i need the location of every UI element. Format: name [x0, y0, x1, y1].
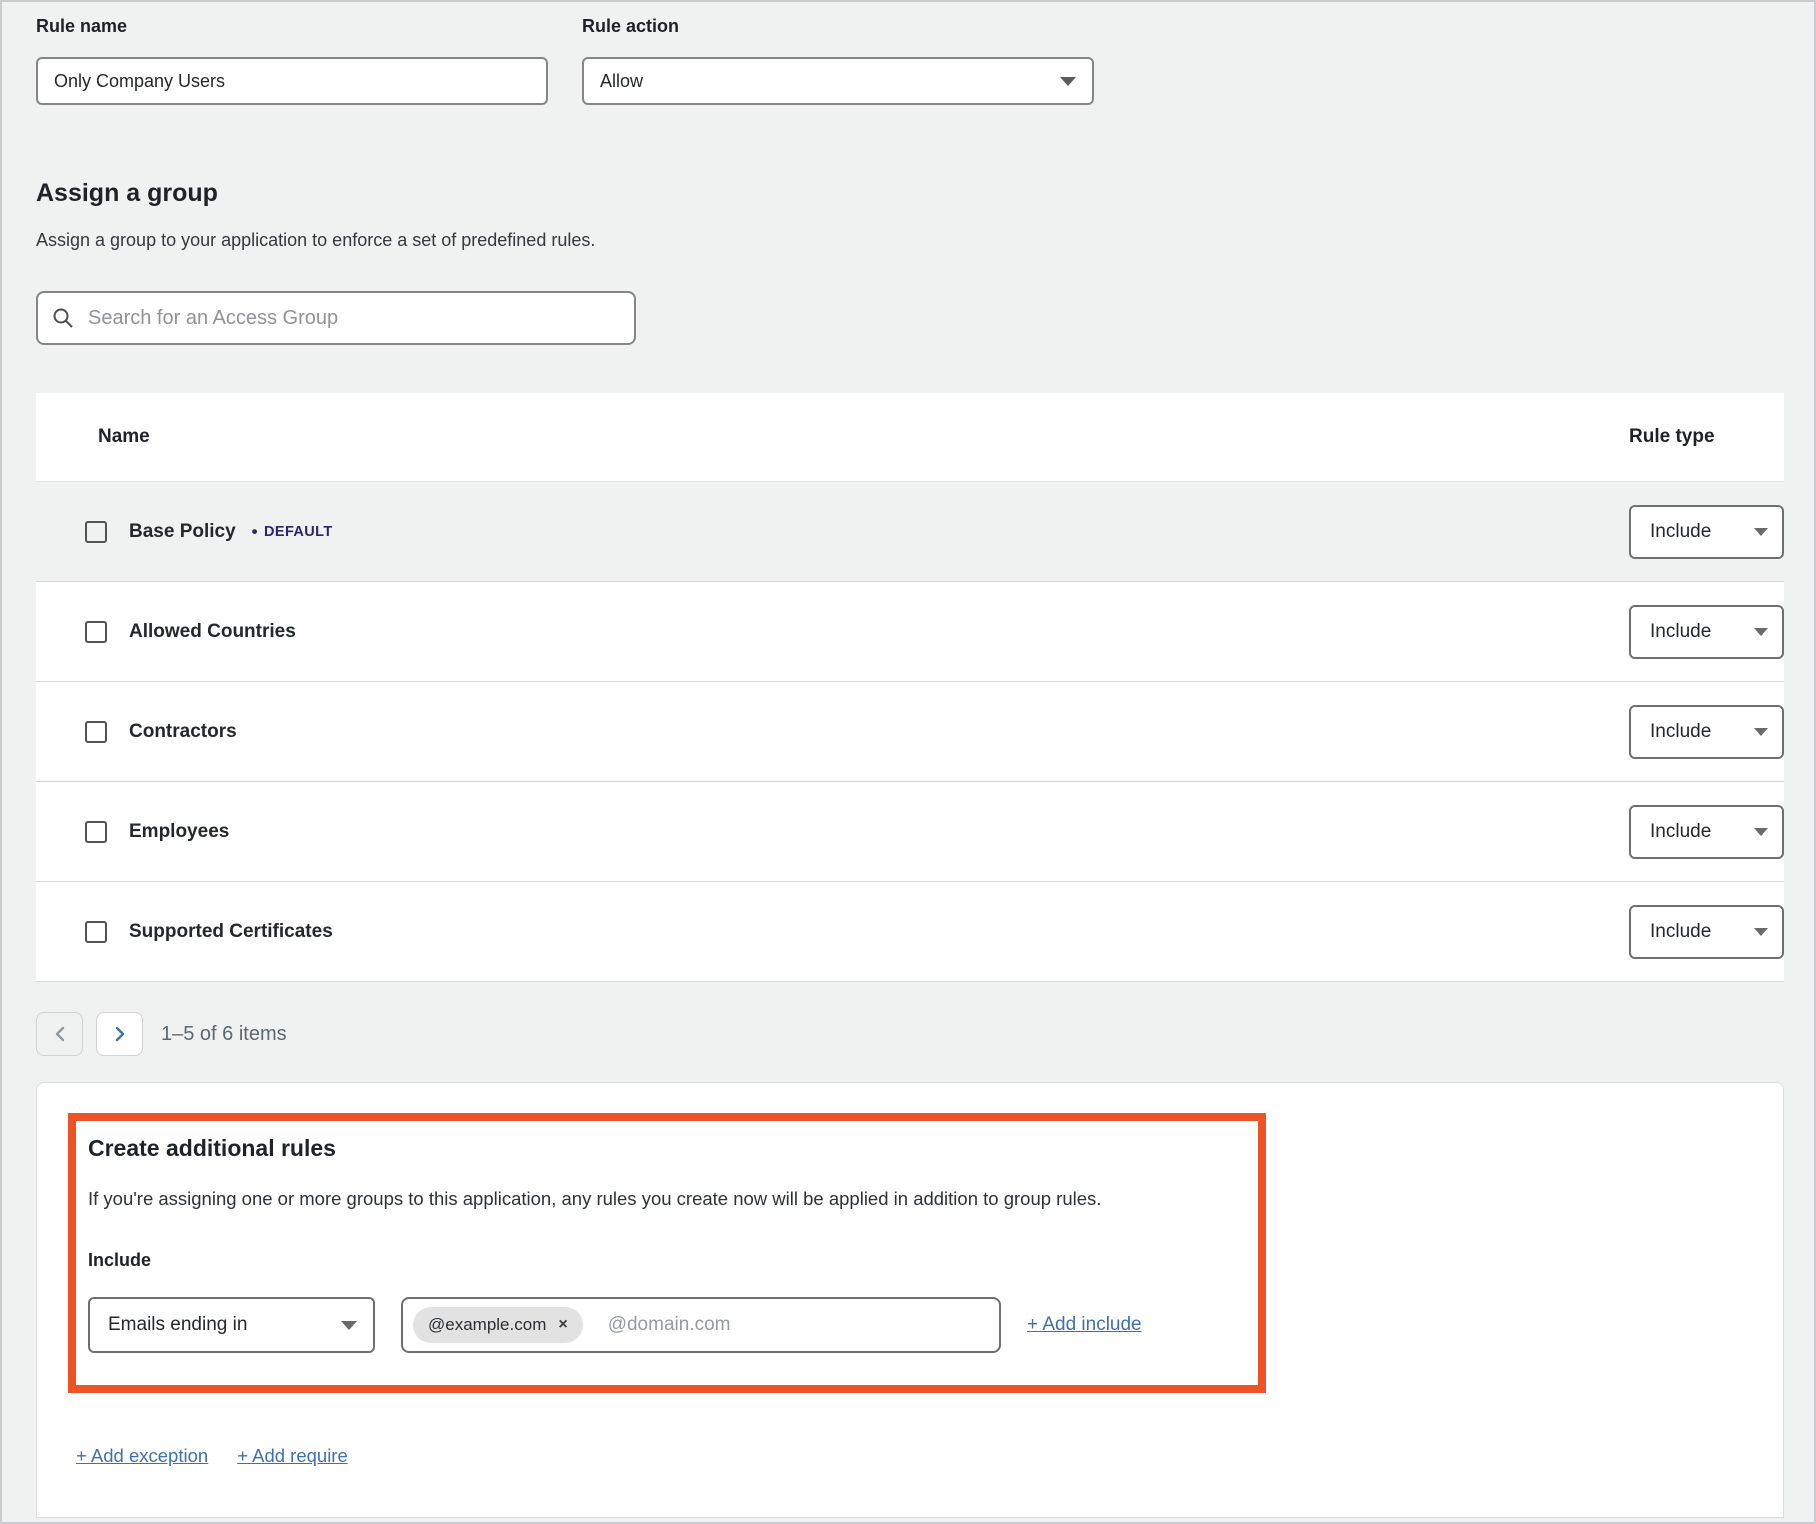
- chevron-right-icon: [113, 1025, 127, 1043]
- chevron-down-icon: [1754, 828, 1768, 836]
- rule-type-select[interactable]: Include: [1629, 505, 1784, 559]
- chevron-down-icon: [1754, 528, 1768, 536]
- additional-rules-card: Create additional rules If you're assign…: [36, 1082, 1784, 1518]
- email-domain-tag: @example.com ×: [413, 1307, 583, 1343]
- rule-type-value: Include: [1650, 821, 1711, 843]
- rule-type-value: Include: [1650, 621, 1711, 643]
- email-domain-input[interactable]: @example.com × @domain.com: [401, 1297, 1001, 1353]
- additional-rules-heading: Create additional rules: [88, 1135, 1238, 1162]
- rule-action-select[interactable]: Allow: [582, 57, 1094, 105]
- add-require-link[interactable]: + Add require: [237, 1445, 348, 1467]
- table-row: Base Policy • DEFAULT Include: [36, 481, 1784, 581]
- row-name: Employees: [129, 821, 229, 843]
- assign-group-heading: Assign a group: [36, 179, 1784, 208]
- rule-type-select[interactable]: Include: [1629, 705, 1784, 759]
- rule-type-value: Include: [1650, 721, 1711, 743]
- assign-group-description: Assign a group to your application to en…: [36, 230, 1784, 251]
- chevron-down-icon: [1754, 928, 1768, 936]
- row-checkbox[interactable]: [85, 621, 107, 643]
- row-name: Supported Certificates: [129, 921, 333, 943]
- include-rule-controls: Emails ending in @example.com × @domain.…: [88, 1297, 1238, 1353]
- row-checkbox[interactable]: [85, 821, 107, 843]
- rule-links-row: + Add exception + Add require: [76, 1445, 1783, 1467]
- chevron-down-icon: [1754, 728, 1768, 736]
- row-checkbox[interactable]: [85, 521, 107, 543]
- add-exception-link[interactable]: + Add exception: [76, 1445, 208, 1467]
- search-placeholder: Search for an Access Group: [88, 307, 338, 330]
- chevron-down-icon: [1060, 77, 1076, 86]
- rule-action-label: Rule action: [582, 16, 1094, 37]
- next-page-button[interactable]: [96, 1012, 143, 1056]
- pagination: 1–5 of 6 items: [36, 1012, 1784, 1056]
- additional-rules-description: If you're assigning one or more groups t…: [88, 1188, 1238, 1210]
- access-group-search-input[interactable]: Search for an Access Group: [36, 291, 636, 345]
- rule-type-value: Include: [1650, 521, 1711, 543]
- table-row: Employees Include: [36, 781, 1784, 881]
- default-badge: • DEFAULT: [252, 523, 333, 540]
- rule-name-input[interactable]: [36, 57, 548, 105]
- pagination-label: 1–5 of 6 items: [161, 1023, 287, 1046]
- rule-action-field-group: Rule action Allow: [582, 16, 1094, 105]
- condition-select[interactable]: Emails ending in: [88, 1297, 375, 1353]
- remove-tag-icon[interactable]: ×: [558, 1317, 567, 1333]
- domain-input-placeholder: @domain.com: [608, 1314, 731, 1336]
- column-header-rule-type: Rule type: [1629, 426, 1784, 448]
- tag-label: @example.com: [428, 1315, 546, 1335]
- include-label: Include: [88, 1250, 1238, 1271]
- rule-action-value: Allow: [600, 71, 643, 92]
- condition-value: Emails ending in: [108, 1314, 247, 1336]
- search-icon: [52, 307, 74, 329]
- access-groups-table: Name Rule type Base Policy • DEFAULT Inc…: [36, 393, 1784, 982]
- row-name: Allowed Countries: [129, 621, 296, 643]
- row-name: Base Policy: [129, 521, 236, 543]
- chevron-down-icon: [1754, 628, 1768, 636]
- rule-type-value: Include: [1650, 921, 1711, 943]
- row-name: Contractors: [129, 721, 237, 743]
- table-row: Contractors Include: [36, 681, 1784, 781]
- row-checkbox[interactable]: [85, 721, 107, 743]
- rule-name-field-group: Rule name: [36, 16, 548, 105]
- rule-type-select[interactable]: Include: [1629, 905, 1784, 959]
- add-include-link[interactable]: + Add include: [1027, 1314, 1142, 1336]
- highlight-outline: Create additional rules If you're assign…: [68, 1113, 1266, 1393]
- chevron-left-icon: [53, 1025, 67, 1043]
- column-header-name: Name: [98, 426, 150, 448]
- chevron-down-icon: [341, 1321, 357, 1330]
- table-row: Supported Certificates Include: [36, 881, 1784, 981]
- rule-type-select[interactable]: Include: [1629, 605, 1784, 659]
- rule-name-label: Rule name: [36, 16, 548, 37]
- table-header: Name Rule type: [36, 393, 1784, 481]
- previous-page-button[interactable]: [36, 1012, 83, 1056]
- badge-dot: •: [252, 523, 258, 540]
- rule-form-row: Rule name Rule action Allow: [36, 16, 1784, 105]
- badge-label: DEFAULT: [264, 524, 333, 540]
- row-checkbox[interactable]: [85, 921, 107, 943]
- table-row: Allowed Countries Include: [36, 581, 1784, 681]
- rule-type-select[interactable]: Include: [1629, 805, 1784, 859]
- app-window: Rule name Rule action Allow Assign a gro…: [0, 0, 1816, 1524]
